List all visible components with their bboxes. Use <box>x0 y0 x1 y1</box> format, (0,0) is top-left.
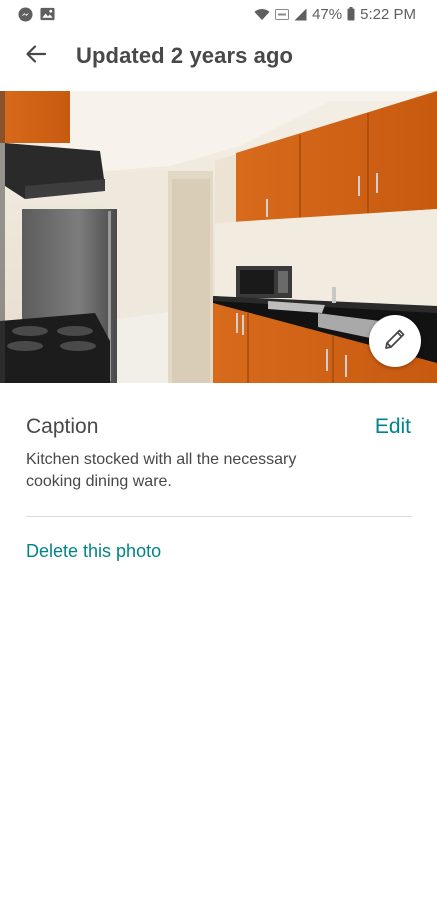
divider <box>26 516 412 517</box>
page-title: Updated 2 years ago <box>76 43 294 68</box>
battery-icon <box>347 7 355 21</box>
edit-photo-button[interactable] <box>369 315 421 367</box>
status-bar: 47% 5:22 PM <box>0 0 437 28</box>
clock: 5:22 PM <box>360 5 416 23</box>
volte-icon <box>275 8 290 20</box>
signal-icon <box>294 8 307 21</box>
app-bar: Updated 2 years ago <box>0 28 437 84</box>
messenger-icon <box>18 6 33 22</box>
caption-heading: Caption <box>26 415 99 438</box>
arrow-left-icon <box>25 43 47 70</box>
delete-photo-button[interactable]: Delete this photo <box>26 541 161 562</box>
status-bar-left <box>0 6 55 22</box>
wifi-icon <box>254 8 270 21</box>
status-bar-right: 47% 5:22 PM <box>254 6 437 23</box>
pencil-icon <box>382 326 408 357</box>
caption-text: Kitchen stocked with all the necessary c… <box>26 451 297 490</box>
gallery-icon <box>40 7 55 21</box>
battery-percent: 47% <box>312 5 343 23</box>
caption-edit-button[interactable]: Edit <box>375 415 411 439</box>
back-button[interactable] <box>14 34 58 78</box>
